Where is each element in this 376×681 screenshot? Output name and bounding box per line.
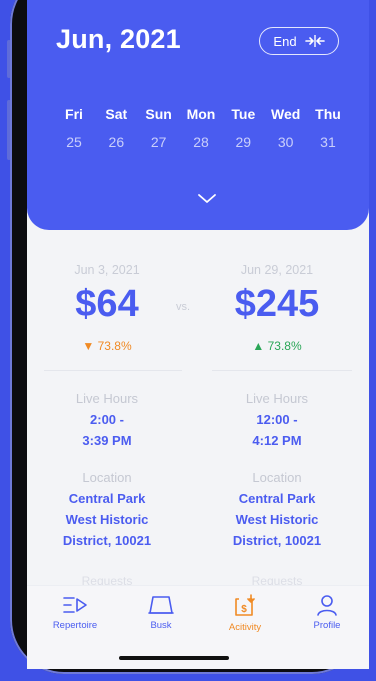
right-hours: 12:00 - 4:12 PM	[207, 409, 347, 451]
tab-activity[interactable]: $ Acitivity	[210, 594, 280, 633]
triangle-up-icon: ▲	[252, 339, 265, 353]
day-cell[interactable]: Thu 31	[309, 106, 347, 150]
right-location-line: West Historic	[235, 512, 319, 527]
left-divider	[44, 370, 182, 371]
day-cell[interactable]: Wed 30	[267, 106, 305, 150]
collapse-arrows-icon	[304, 35, 325, 47]
day-name: Tue	[231, 106, 256, 122]
tab-label: Busk	[150, 620, 172, 631]
day-cell[interactable]: Mon 28	[182, 106, 220, 150]
day-date: 30	[277, 134, 294, 150]
day-date: 26	[108, 134, 125, 150]
right-location: Central Park West Historic District, 100…	[207, 488, 347, 551]
activity-icon: $	[235, 594, 255, 616]
left-location-line: Central Park	[68, 491, 146, 506]
left-amount: $64	[75, 283, 139, 325]
right-change: ▲ 73.8%	[217, 339, 337, 353]
vs-label: vs.	[176, 301, 191, 313]
right-change-value: 73.8%	[267, 339, 302, 353]
right-hours-end: 4:12 PM	[252, 433, 302, 448]
day-date: 28	[193, 134, 209, 150]
home-indicator[interactable]	[119, 656, 229, 660]
left-hours-start: 2:00 -	[90, 412, 124, 427]
day-name: Sun	[145, 106, 172, 122]
end-button[interactable]: End	[259, 27, 339, 55]
tab-repertoire[interactable]: Repertoire	[40, 594, 110, 631]
repertoire-icon	[63, 597, 87, 613]
calendar-header: Jun, 2021 End Fri 25 Sat 26 Sun 27 Mon 2…	[27, 0, 369, 230]
month-title: Jun, 2021	[56, 24, 181, 54]
day-name: Sat	[105, 106, 128, 122]
tab-label: Acitivity	[228, 622, 262, 633]
day-cell[interactable]: Sun 27	[140, 106, 178, 150]
left-hours: 2:00 - 3:39 PM	[37, 409, 177, 451]
right-location-line: District, 10021	[232, 533, 322, 548]
left-change: ▼ 73.8%	[47, 339, 167, 353]
left-change-value: 73.8%	[97, 339, 132, 353]
busk-icon	[148, 596, 174, 614]
profile-icon	[317, 595, 337, 616]
day-cell[interactable]: Sat 26	[97, 106, 135, 150]
right-divider	[212, 370, 352, 371]
day-name: Wed	[270, 106, 301, 122]
left-location-line: West Historic	[65, 512, 149, 527]
left-location-label: Location	[82, 470, 132, 485]
day-date: 25	[66, 134, 82, 150]
tab-label: Profile	[313, 620, 341, 631]
right-location-line: Central Park	[238, 491, 316, 506]
tab-label: Repertoire	[52, 620, 98, 631]
left-location-line: District, 10021	[62, 533, 152, 548]
week-strip: Fri 25 Sat 26 Sun 27 Mon 28 Tue 29 Wed 3…	[55, 106, 347, 150]
day-date: 29	[235, 134, 252, 150]
day-name: Mon	[186, 106, 216, 122]
right-date: Jun 29, 2021	[240, 263, 314, 277]
svg-text:$: $	[241, 604, 247, 615]
day-name: Fri	[65, 106, 83, 122]
day-date: 31	[320, 134, 336, 150]
right-hours-start: 12:00 -	[256, 412, 298, 427]
day-cell[interactable]: Tue 29	[224, 106, 262, 150]
app-screen: Jun, 2021 End Fri 25 Sat 26 Sun 27 Mon 2…	[27, 0, 369, 668]
left-hours-end: 3:39 PM	[82, 433, 132, 448]
day-cell[interactable]: Fri 25	[55, 106, 93, 150]
left-date: Jun 3, 2021	[74, 263, 140, 277]
right-amount: $245	[234, 283, 320, 325]
tab-busk[interactable]: Busk	[126, 594, 196, 631]
chevron-down-icon[interactable]	[196, 192, 218, 206]
left-hours-label: Live Hours	[75, 391, 139, 406]
day-date: 27	[150, 134, 167, 150]
left-location: Central Park West Historic District, 100…	[37, 488, 177, 551]
end-button-label: End	[273, 33, 297, 49]
tab-profile[interactable]: Profile	[292, 594, 362, 631]
right-hours-label: Live Hours	[245, 391, 309, 406]
triangle-down-icon: ▼	[82, 339, 95, 353]
day-name: Thu	[315, 106, 341, 122]
right-location-label: Location	[252, 470, 302, 485]
